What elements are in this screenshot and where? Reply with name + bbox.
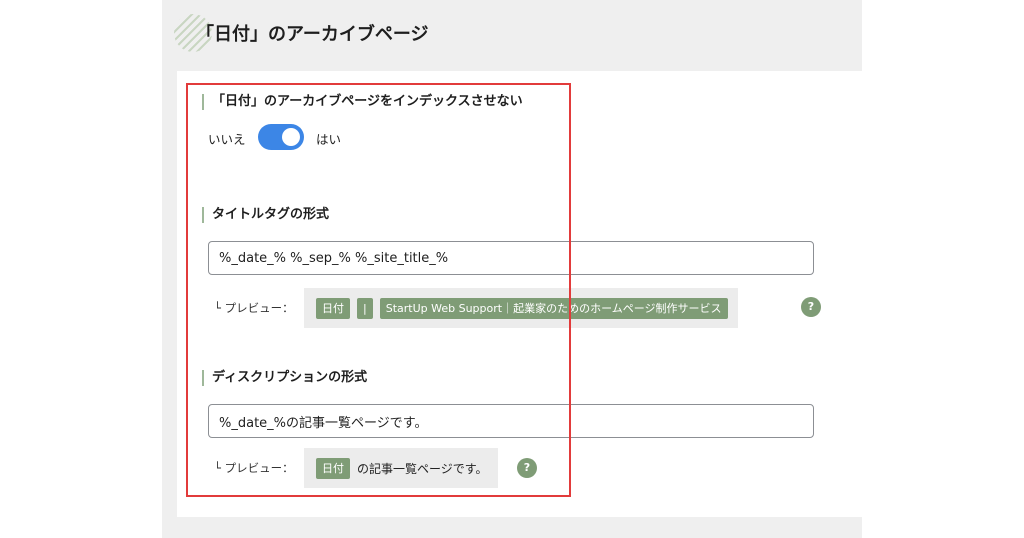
description-preview-label: └ プレビュー：: [214, 461, 294, 475]
title-tag-input[interactable]: [208, 241, 814, 275]
title-preview-label: └ プレビュー：: [214, 301, 294, 315]
description-input[interactable]: [208, 404, 814, 438]
description-help-icon[interactable]: ?: [517, 458, 537, 478]
toggle-knob: [282, 128, 300, 146]
title-help-icon[interactable]: ?: [801, 297, 821, 317]
preview-chip-date: 日付: [316, 457, 350, 479]
noindex-label: 「日付」のアーカイブページをインデックスさせない: [202, 94, 523, 110]
preview-chip-date: 日付: [316, 297, 350, 319]
noindex-toggle[interactable]: [258, 124, 304, 150]
toggle-on-label: はい: [316, 132, 342, 147]
description-preview-box: 日付 の記事一覧ページです。: [304, 448, 498, 488]
title-preview-box: 日付 | StartUp Web Support｜起業家のためのホームページ制作…: [304, 288, 738, 328]
title-tag-label: タイトルタグの形式: [202, 207, 329, 223]
description-label: ディスクリプションの形式: [202, 370, 367, 386]
page-title: 「日付」のアーカイブページ: [196, 24, 429, 45]
page-header: 「日付」のアーカイブページ: [172, 10, 852, 54]
preview-chip-site-title: StartUp Web Support｜起業家のためのホームページ制作サービス: [379, 297, 728, 319]
toggle-off-label: いいえ: [208, 132, 246, 147]
preview-chip-separator: |: [357, 297, 373, 319]
description-preview-text: の記事一覧ページです。: [357, 461, 488, 476]
